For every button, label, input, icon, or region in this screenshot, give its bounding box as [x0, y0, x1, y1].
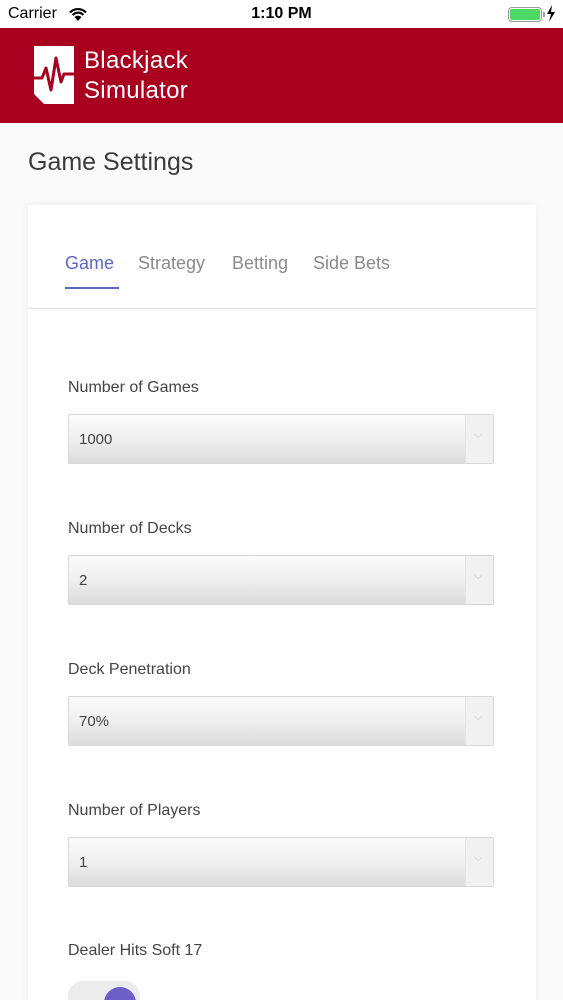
chevron-down-icon: ⌵ [474, 852, 483, 864]
number-of-players-select[interactable]: 1 ⌵ [68, 837, 494, 887]
settings-card: Game Strategy Betting Side Bets Number o… [28, 205, 536, 1000]
tab-bar: Game Strategy Betting Side Bets [28, 205, 536, 309]
tab-strategy[interactable]: Strategy [138, 253, 205, 274]
battery-nub [543, 12, 545, 17]
battery-icon [508, 7, 545, 22]
app-logo-text: Blackjack Simulator [84, 46, 188, 106]
chevron-down-icon: ⌵ [474, 429, 483, 441]
charging-bolt-icon [547, 5, 555, 22]
deck-penetration-select[interactable]: 70% ⌵ [68, 696, 494, 746]
select-arrow-area: ⌵ [465, 697, 493, 745]
select-arrow-area: ⌵ [465, 415, 493, 463]
battery-level [510, 9, 540, 20]
tab-game[interactable]: Game [65, 253, 114, 274]
tab-side-bets[interactable]: Side Bets [313, 253, 390, 274]
select-arrow-area: ⌵ [465, 556, 493, 604]
number-of-games-label: Number of Games [68, 379, 199, 396]
number-of-players-value: 1 [79, 854, 88, 871]
status-bar: Carrier 1:10 PM [0, 0, 563, 28]
dealer-hits-soft-17-toggle[interactable] [68, 981, 140, 1000]
chevron-down-icon: ⌵ [474, 570, 483, 582]
number-of-decks-select[interactable]: 2 ⌵ [68, 555, 494, 605]
number-of-decks-label: Number of Decks [68, 520, 192, 537]
logo-line-1: Blackjack [84, 47, 189, 74]
status-time: 1:10 PM [251, 5, 312, 22]
number-of-games-value: 1000 [79, 431, 113, 448]
deck-penetration-label: Deck Penetration [68, 661, 191, 678]
active-tab-indicator [65, 287, 119, 289]
toggle-knob [104, 987, 136, 1000]
tab-betting[interactable]: Betting [232, 253, 288, 274]
dealer-hits-soft-17-label: Dealer Hits Soft 17 [68, 942, 203, 959]
chevron-down-icon: ⌵ [474, 711, 483, 723]
logo-line-2: Simulator [84, 77, 189, 104]
number-of-decks-value: 2 [79, 572, 88, 589]
number-of-games-select[interactable]: 1000 ⌵ [68, 414, 494, 464]
app-header: Blackjack Simulator [0, 28, 563, 123]
select-arrow-area: ⌵ [465, 838, 493, 886]
deck-penetration-value: 70% [79, 713, 110, 730]
heartbeat-card-icon [32, 46, 76, 104]
page-title: Game Settings [28, 148, 194, 176]
number-of-players-label: Number of Players [68, 802, 201, 819]
